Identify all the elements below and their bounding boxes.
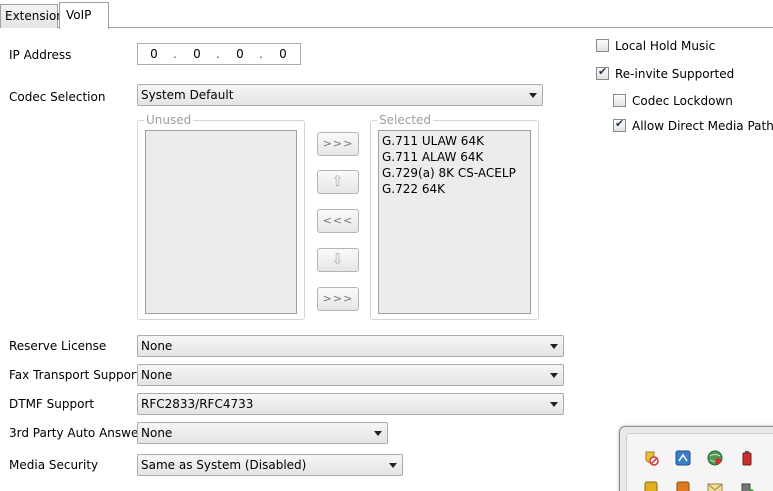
network-icon[interactable]	[675, 450, 691, 466]
reserve-license-value: None	[141, 339, 173, 353]
unused-title: Unused	[144, 113, 194, 127]
usb-icon[interactable]	[739, 480, 755, 491]
ip-address-field[interactable]: 0 . 0 . 0 . 0	[137, 43, 301, 65]
security-icon[interactable]	[643, 480, 659, 491]
media-security-value: Same as System (Disabled)	[141, 458, 307, 472]
chevron-down-icon	[550, 344, 558, 349]
codec-lockdown-label: Codec Lockdown	[632, 94, 733, 108]
codec-selection-label: Codec Selection	[9, 90, 106, 104]
codec-lockdown-checkbox[interactable]	[613, 94, 626, 107]
chevron-down-icon	[529, 93, 537, 98]
ip-octet-3[interactable]: 0	[234, 47, 246, 61]
tray-icon-panel	[626, 433, 773, 491]
unused-codecs-list[interactable]	[145, 130, 297, 314]
remove-codec-button[interactable]: <<<	[317, 209, 359, 233]
globe-icon[interactable]	[707, 450, 723, 466]
tab-bar: Extension VoIP	[0, 0, 773, 29]
dtmf-support-value: RFC2833/RFC4733	[141, 397, 254, 411]
tab-extension[interactable]: Extension	[0, 4, 64, 28]
reinvite-supported-label: Re-invite Supported	[615, 67, 735, 81]
unused-codecs-group: Unused	[137, 113, 305, 320]
chevron-down-icon	[550, 402, 558, 407]
arrow-down-icon: ⇩	[331, 250, 345, 268]
list-item[interactable]: G.711 ULAW 64K	[382, 134, 484, 148]
allow-direct-media-checkbox[interactable]	[613, 117, 626, 132]
media-security-label: Media Security	[9, 458, 99, 472]
fax-transport-value: None	[141, 368, 173, 382]
auto-answer-dropdown[interactable]: None	[137, 422, 388, 444]
move-down-button[interactable]: ⇩	[317, 248, 359, 272]
firewall-icon[interactable]	[675, 480, 691, 491]
allow-direct-media-label: Allow Direct Media Path	[632, 119, 773, 133]
codec-selection-dropdown[interactable]: System Default	[137, 84, 543, 106]
ip-address-label: IP Address	[9, 48, 72, 62]
chevron-down-icon	[374, 431, 382, 436]
selected-codecs-group: Selected G.711 ULAW 64K G.711 ALAW 64K G…	[370, 113, 539, 320]
battery-icon[interactable]	[739, 450, 755, 466]
add-codec-button[interactable]: >>>	[317, 132, 359, 156]
list-item[interactable]: G.722 64K	[382, 182, 445, 196]
selected-title: Selected	[377, 113, 434, 127]
fax-transport-dropdown[interactable]: None	[137, 364, 564, 386]
ip-octet-4[interactable]: 0	[277, 47, 289, 61]
reserve-license-label: Reserve License	[9, 339, 107, 353]
dtmf-support-dropdown[interactable]: RFC2833/RFC4733	[137, 393, 564, 415]
shield-icon[interactable]	[643, 450, 659, 466]
codec-selection-value: System Default	[141, 88, 234, 102]
reinvite-supported-checkbox[interactable]	[596, 65, 609, 80]
ip-octet-1[interactable]: 0	[148, 47, 160, 61]
fax-transport-label: Fax Transport Support	[9, 368, 141, 382]
dtmf-support-label: DTMF Support	[9, 397, 95, 411]
add-all-codecs-button[interactable]: >>>	[317, 287, 359, 311]
ip-dot: .	[259, 47, 263, 61]
chevron-down-icon	[389, 463, 397, 468]
media-security-dropdown[interactable]: Same as System (Disabled)	[137, 454, 403, 476]
list-item[interactable]: G.729(a) 8K CS-ACELP	[382, 166, 516, 180]
local-hold-music-label: Local Hold Music	[615, 39, 716, 53]
chevron-down-icon	[550, 373, 558, 378]
system-tray-popup	[619, 426, 773, 491]
arrow-up-icon: ⇧	[331, 172, 345, 190]
selected-codecs-list[interactable]: G.711 ULAW 64K G.711 ALAW 64K G.729(a) 8…	[378, 130, 531, 314]
reserve-license-dropdown[interactable]: None	[137, 335, 564, 357]
ip-dot: .	[173, 47, 177, 61]
auto-answer-value: None	[141, 426, 173, 440]
auto-answer-label: 3rd Party Auto Answer	[9, 426, 144, 440]
mail-icon[interactable]	[707, 480, 723, 491]
ip-dot: .	[216, 47, 220, 61]
move-up-button[interactable]: ⇧	[317, 170, 359, 194]
tab-voip[interactable]: VoIP	[59, 2, 109, 29]
ip-octet-2[interactable]: 0	[191, 47, 203, 61]
local-hold-music-checkbox[interactable]	[596, 39, 609, 52]
list-item[interactable]: G.711 ALAW 64K	[382, 150, 483, 164]
